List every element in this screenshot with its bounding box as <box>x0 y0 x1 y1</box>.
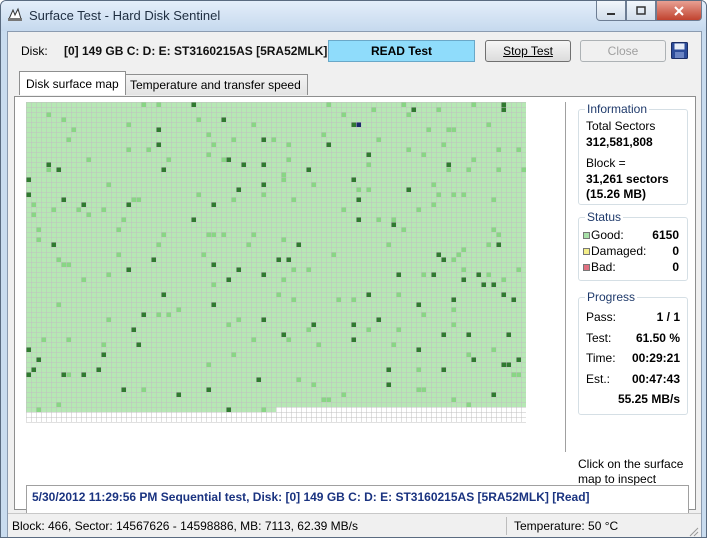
stop-test-label: Stop Test <box>503 44 553 58</box>
hard-disk-sentinel-icon <box>8 7 22 21</box>
disk-label: Disk: <box>21 44 48 58</box>
surface-map[interactable] <box>26 102 526 424</box>
tab-disk-surface-map[interactable]: Disk surface map <box>19 71 126 95</box>
test-mode-indicator: READ Test <box>328 40 475 62</box>
surface-map-frame <box>26 102 566 452</box>
tab-panel: Information Total Sectors 312,581,808 Bl… <box>14 96 696 537</box>
client-area: Disk: [0] 149 GB C: D: E: ST3160215AS [5… <box>7 31 702 537</box>
stop-test-button[interactable]: Stop Test <box>485 40 571 62</box>
close-button[interactable]: Close <box>580 40 666 62</box>
close-label: Close <box>607 44 639 58</box>
close-window-button[interactable] <box>656 1 702 21</box>
floppy-disk-icon <box>670 41 688 59</box>
minimize-icon <box>607 12 615 15</box>
tab-temperature-transfer[interactable]: Temperature and transfer speed <box>123 74 308 95</box>
maximize-icon <box>636 5 646 15</box>
maximize-button[interactable] <box>626 1 656 21</box>
title-bar[interactable]: Surface Test - Hard Disk Sentinel <box>1 1 706 31</box>
save-button[interactable] <box>670 40 688 60</box>
minimize-button[interactable] <box>596 1 626 21</box>
close-icon <box>674 5 684 16</box>
surface-test-window: Surface Test - Hard Disk Sentinel Disk: … <box>0 0 707 538</box>
disk-value: [0] 149 GB C: D: E: ST3160215AS [5RA52ML… <box>64 44 328 58</box>
window-title: Surface Test - Hard Disk Sentinel <box>29 8 221 23</box>
